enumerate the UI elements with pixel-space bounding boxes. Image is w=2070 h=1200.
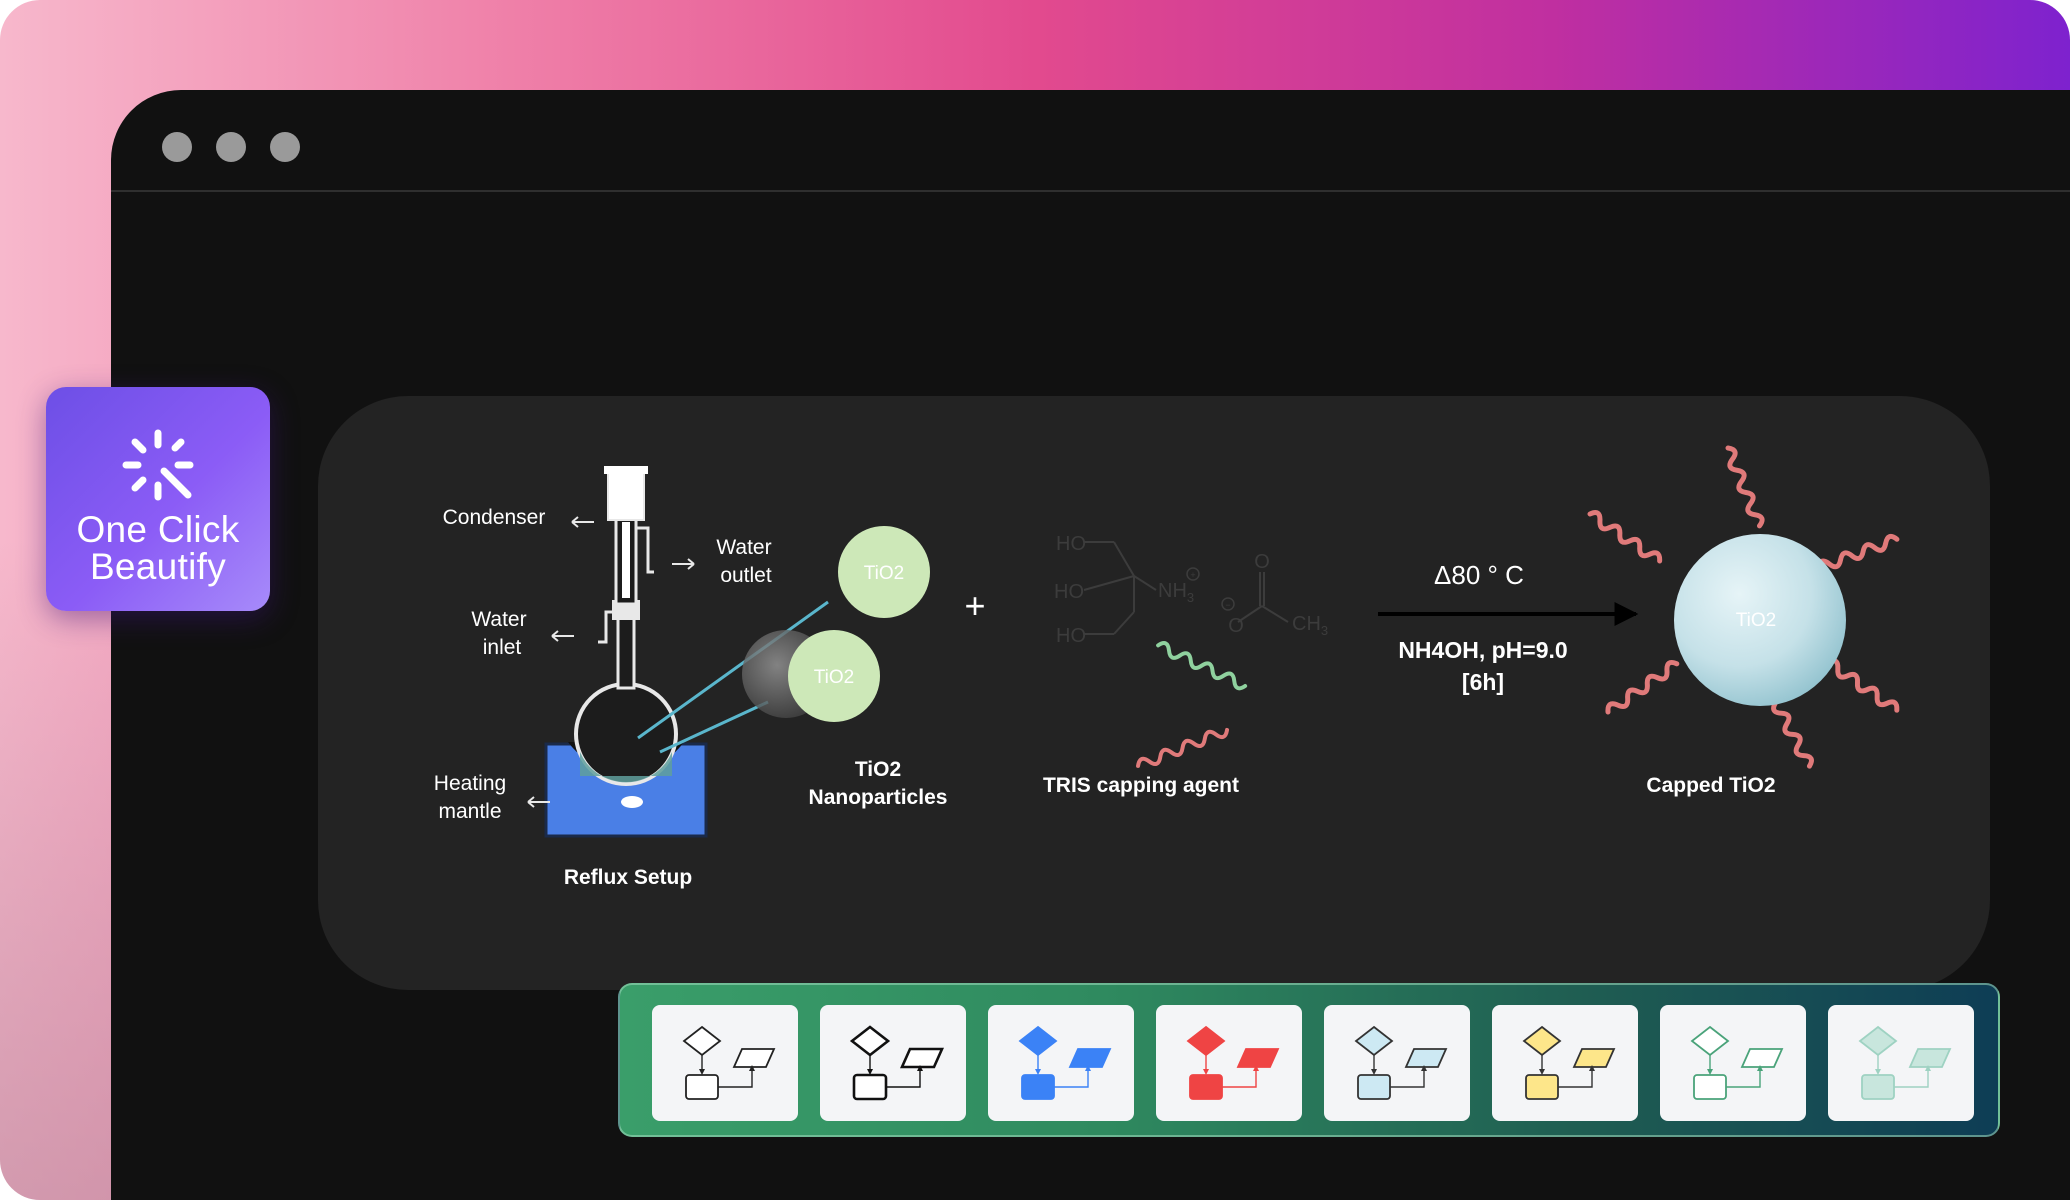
label-water-outlet-1: Water: [716, 536, 771, 559]
palette-card-style-yellow[interactable]: [1492, 1005, 1638, 1121]
palette-card-style-red[interactable]: [1156, 1005, 1302, 1121]
palette-card-style-light-blue[interactable]: [1324, 1005, 1470, 1121]
flowchart-thumbnail-icon: [1186, 1025, 1280, 1100]
label-condenser: Condenser: [443, 506, 546, 529]
tris-o-left: O: [1228, 615, 1244, 637]
condition-time: [6h]: [1462, 669, 1504, 695]
caption-reflux: Reflux Setup: [564, 866, 692, 889]
tris-charge-neg: −: [1225, 600, 1230, 610]
capped-tio2: TiO2 Capped TiO2: [1587, 445, 1900, 797]
label-water-inlet-1: Water: [471, 608, 526, 631]
style-palette: [618, 983, 2000, 1137]
flowchart-thumbnail-icon: [849, 1025, 945, 1101]
badge-label: One Click Beautify: [46, 511, 270, 585]
condenser-top: [607, 469, 645, 521]
label-water-inlet-2: inlet: [483, 636, 522, 659]
particle-b-label: TiO2: [814, 667, 854, 688]
stir-bar: [621, 796, 643, 808]
caption-nanoparticles-2: Nanoparticles: [809, 786, 948, 809]
caption-nanoparticles-1: TiO2: [855, 758, 901, 781]
label-heating-1: Heating: [434, 772, 506, 795]
tris-ch3: CH3: [1292, 613, 1328, 638]
palette-card-style-mint[interactable]: [1828, 1005, 1974, 1121]
tris-ho-1: HO: [1056, 533, 1086, 555]
product-sphere-label: TiO2: [1736, 610, 1776, 631]
flowchart-thumbnail-icon: [1522, 1025, 1616, 1100]
flowchart-thumbnail-icon: [1858, 1025, 1952, 1100]
one-click-beautify-button[interactable]: One Click Beautify: [46, 387, 270, 611]
tris-squiggles: [1136, 641, 1248, 768]
window-dot-close[interactable]: [162, 132, 192, 162]
badge-label-line-1: One Click: [76, 509, 240, 550]
badge-label-line-2: Beautify: [89, 546, 227, 587]
tris-o-top: O: [1254, 551, 1270, 573]
condition-temperature: Δ80 ° C: [1434, 560, 1524, 590]
label-water-outlet-2: outlet: [720, 564, 772, 587]
palette-card-style-green-outline[interactable]: [1660, 1005, 1806, 1121]
flowchart-thumbnail-icon: [1018, 1025, 1112, 1100]
flowchart-thumbnail-icon: [1354, 1025, 1448, 1100]
tris-charge-pos: +: [1190, 570, 1195, 580]
reaction-arrow: Δ80 ° C NH4OH, pH=9.0 [6h]: [1378, 560, 1639, 695]
flowchart-thumbnail-icon: [682, 1025, 776, 1100]
plus-sign: +: [964, 585, 985, 626]
window-dot-maximize[interactable]: [270, 132, 300, 162]
window-dot-minimize[interactable]: [216, 132, 246, 162]
label-heating-2: mantle: [438, 800, 501, 823]
particle-a-label: TiO2: [864, 563, 904, 584]
tris-ho-3: HO: [1056, 625, 1086, 647]
palette-card-style-outline-thin[interactable]: [652, 1005, 798, 1121]
caption-tris: TRIS capping agent: [1043, 774, 1239, 797]
palette-card-style-blue[interactable]: [988, 1005, 1134, 1121]
caption-capped: Capped TiO2: [1646, 774, 1775, 797]
palette-card-style-outline-bold[interactable]: [820, 1005, 966, 1121]
tris-molecule: HO HO HO NH3 + − O O CH3: [1054, 533, 1328, 647]
tris-ho-2: HO: [1054, 581, 1084, 603]
tris-nh3: NH3: [1158, 580, 1194, 605]
condition-reagent: NH4OH, pH=9.0: [1398, 637, 1567, 663]
flowchart-thumbnail-icon: [1690, 1025, 1784, 1100]
window-titlebar: [111, 90, 2070, 192]
sparkle-wand-icon: [122, 429, 194, 501]
reaction-diagram: Condenser Water outlet Water inlet Heati…: [434, 445, 1900, 889]
